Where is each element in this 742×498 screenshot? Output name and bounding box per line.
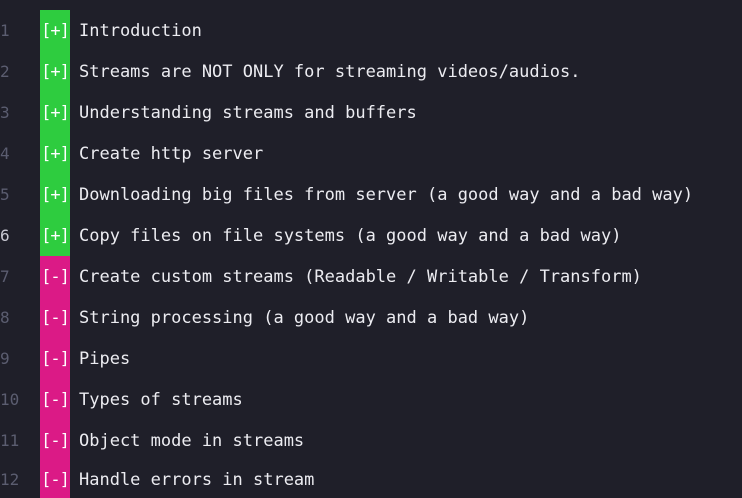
status-marker-done: [+] — [40, 92, 70, 133]
line-number-current: 6 — [0, 226, 10, 245]
line-number: 11 — [0, 431, 20, 450]
line-text: Downloading big files from server (a goo… — [79, 184, 694, 205]
line-number: 1 — [0, 21, 10, 40]
status-marker-done: [+] — [40, 10, 70, 51]
status-marker-done: [+] — [40, 174, 70, 215]
status-marker-done: [+] — [40, 133, 70, 174]
editor-line-4[interactable]: 4 [+] Create http server — [0, 133, 742, 174]
editor-line-10[interactable]: 10 [-] Types of streams — [0, 379, 742, 420]
editor-line-11[interactable]: 11 [-] Object mode in streams — [0, 420, 742, 461]
editor-line-8[interactable]: 8 [-] String processing (a good way and … — [0, 297, 742, 338]
status-marker-todo: [-] — [40, 461, 70, 498]
editor-line-9[interactable]: 9 [-] Pipes — [0, 338, 742, 379]
line-number: 2 — [0, 62, 10, 81]
status-marker-todo: [-] — [40, 379, 70, 420]
editor-line-7[interactable]: 7 [-] Create custom streams (Readable / … — [0, 256, 742, 297]
editor-line-5[interactable]: 5 [+] Downloading big files from server … — [0, 174, 742, 215]
code-editor[interactable]: 1 [+] Introduction 2 [+] Streams are NOT… — [0, 0, 742, 498]
line-number: 8 — [0, 308, 10, 327]
line-number: 4 — [0, 144, 10, 163]
line-number: 7 — [0, 267, 10, 286]
line-text: Create custom streams (Readable / Writab… — [79, 266, 642, 287]
line-text: Introduction — [79, 20, 202, 41]
line-number: 12 — [0, 470, 20, 489]
line-text: Pipes — [79, 348, 131, 369]
line-text: Types of streams — [79, 389, 243, 410]
editor-line-3[interactable]: 3 [+] Understanding streams and buffers — [0, 92, 742, 133]
line-number: 5 — [0, 185, 10, 204]
line-number: 3 — [0, 103, 10, 122]
line-number: 9 — [0, 349, 10, 368]
status-marker-todo: [-] — [40, 420, 70, 461]
status-marker-todo: [-] — [40, 297, 70, 338]
line-text: Object mode in streams — [79, 430, 305, 451]
line-text: String processing (a good way and a bad … — [79, 307, 530, 328]
editor-line-1[interactable]: 1 [+] Introduction — [0, 10, 742, 51]
status-marker-todo: [-] — [40, 256, 70, 297]
line-text: Streams are NOT ONLY for streaming video… — [79, 61, 581, 82]
editor-line-2[interactable]: 2 [+] Streams are NOT ONLY for streaming… — [0, 51, 742, 92]
line-text: Copy files on file systems (a good way a… — [79, 225, 622, 246]
editor-line-12[interactable]: 12 [-] Handle errors in stream — [0, 461, 742, 498]
editor-line-6[interactable]: 6 [+] Copy files on file systems (a good… — [0, 215, 742, 256]
line-text: Handle errors in stream — [79, 469, 315, 490]
line-number: 10 — [0, 390, 20, 409]
status-marker-todo: [-] — [40, 338, 70, 379]
status-marker-done: [+] — [40, 51, 70, 92]
line-text: Understanding streams and buffers — [79, 102, 417, 123]
line-text: Create http server — [79, 143, 264, 164]
status-marker-done: [+] — [40, 215, 70, 256]
